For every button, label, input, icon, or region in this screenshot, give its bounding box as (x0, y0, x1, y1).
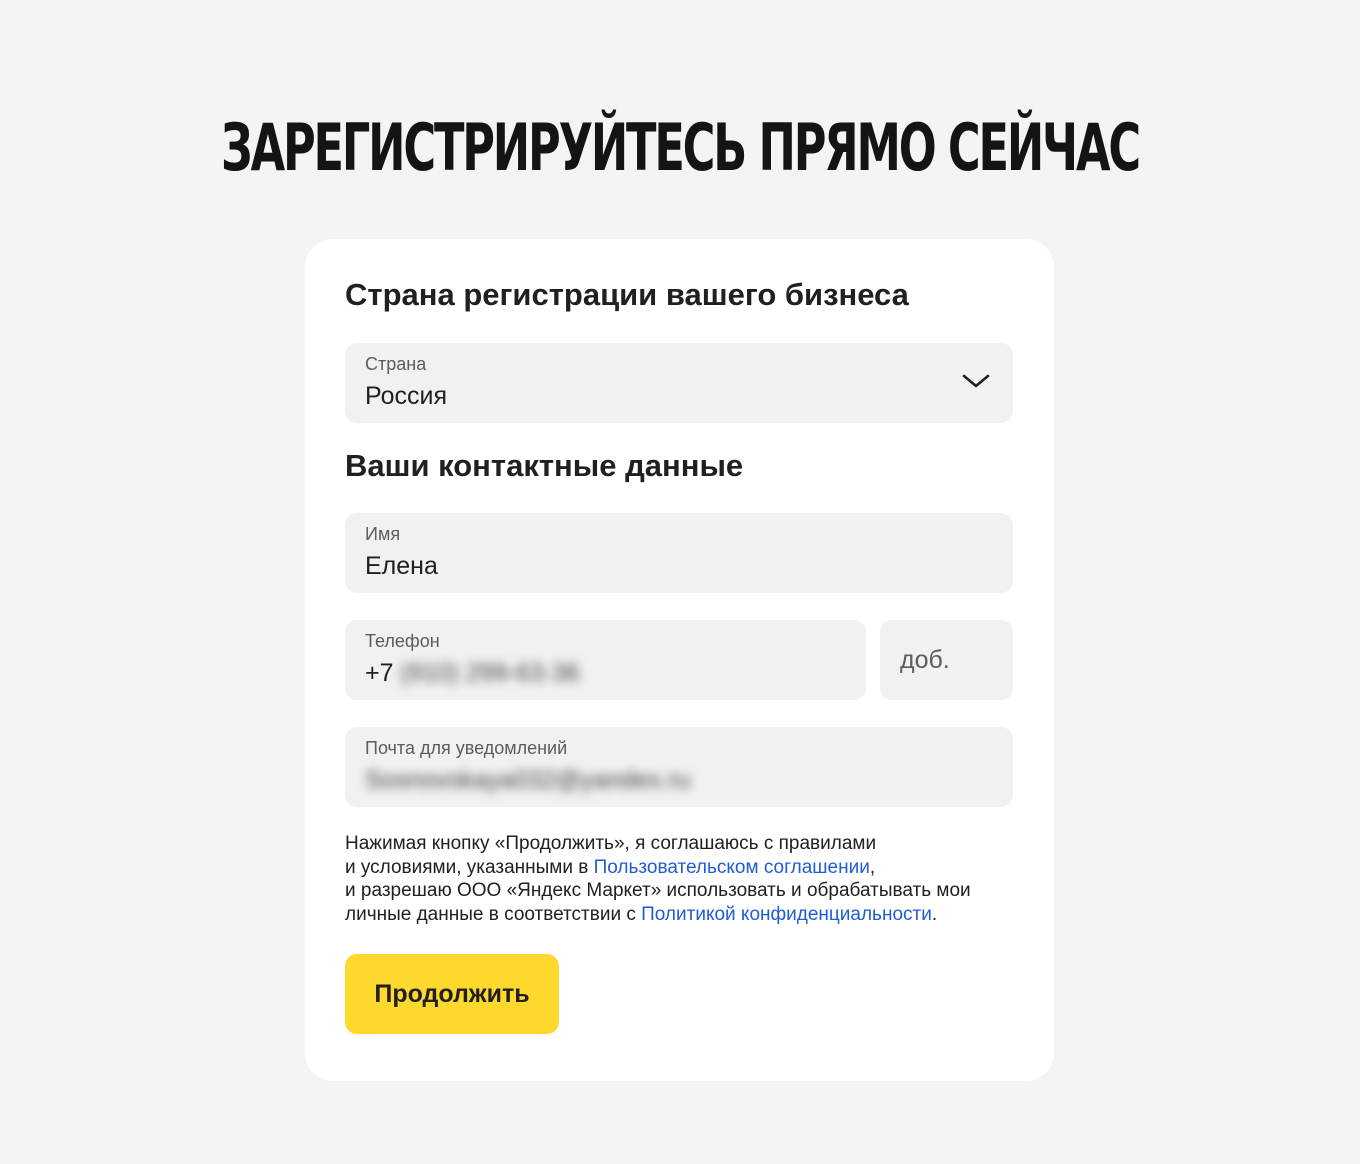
country-label: Страна (365, 354, 427, 374)
legal-line-4-end: . (931, 903, 938, 925)
page-title: ЗАРЕГИСТРИРУЙТЕСЬ ПРЯМО СЕЙЧАС (221, 109, 1141, 186)
phone-field[interactable]: Телефон +7 (910) 299-63-36 (345, 620, 866, 700)
user-agreement-link[interactable]: Пользовательском соглашении (594, 857, 870, 878)
registration-card: Страна регистрации вашего бизнеса Страна… (305, 239, 1054, 1081)
privacy-policy-link[interactable]: Политикой конфиденциальности (641, 904, 932, 925)
legal-text: Нажимая кнопку «Продолжить», я соглашаюс… (345, 832, 1025, 926)
legal-line-1: Нажимая кнопку «Продолжить», я соглашаюс… (345, 833, 877, 854)
country-value: Россия (365, 382, 447, 410)
phone-value-wrapper: +7 (910) 299-63-36 (365, 659, 580, 688)
legal-line-4: личные данные в соответствии с (345, 903, 642, 925)
legal-line-2-end: , (869, 856, 876, 878)
chevron-down-icon[interactable] (961, 371, 991, 391)
phone-value: (910) 299-63-36 (400, 659, 580, 687)
phone-prefix: +7 (365, 659, 394, 687)
extension-placeholder: доб. (900, 646, 950, 674)
legal-line-3: и разрешаю ООО «Яндекс Маркет» использов… (345, 880, 971, 901)
name-label: Имя (365, 524, 401, 544)
country-select[interactable]: Страна Россия (345, 343, 1013, 423)
contact-section-title: Ваши контактные данные (345, 448, 744, 483)
name-value: Елена (365, 552, 438, 580)
legal-line-2: и условиями, указанными в (345, 856, 594, 878)
email-field[interactable]: Почта для уведомлений Sosnovskaya032@yan… (345, 727, 1013, 807)
country-section-title: Страна регистрации вашего бизнеса (345, 277, 909, 312)
phone-extension-field[interactable]: доб. (880, 620, 1013, 700)
email-label: Почта для уведомлений (365, 738, 568, 758)
continue-button[interactable]: Продолжить (345, 954, 559, 1034)
phone-label: Телефон (365, 631, 440, 651)
name-field[interactable]: Имя Елена (345, 513, 1013, 593)
email-value: Sosnovskaya032@yandex.ru (365, 766, 691, 794)
